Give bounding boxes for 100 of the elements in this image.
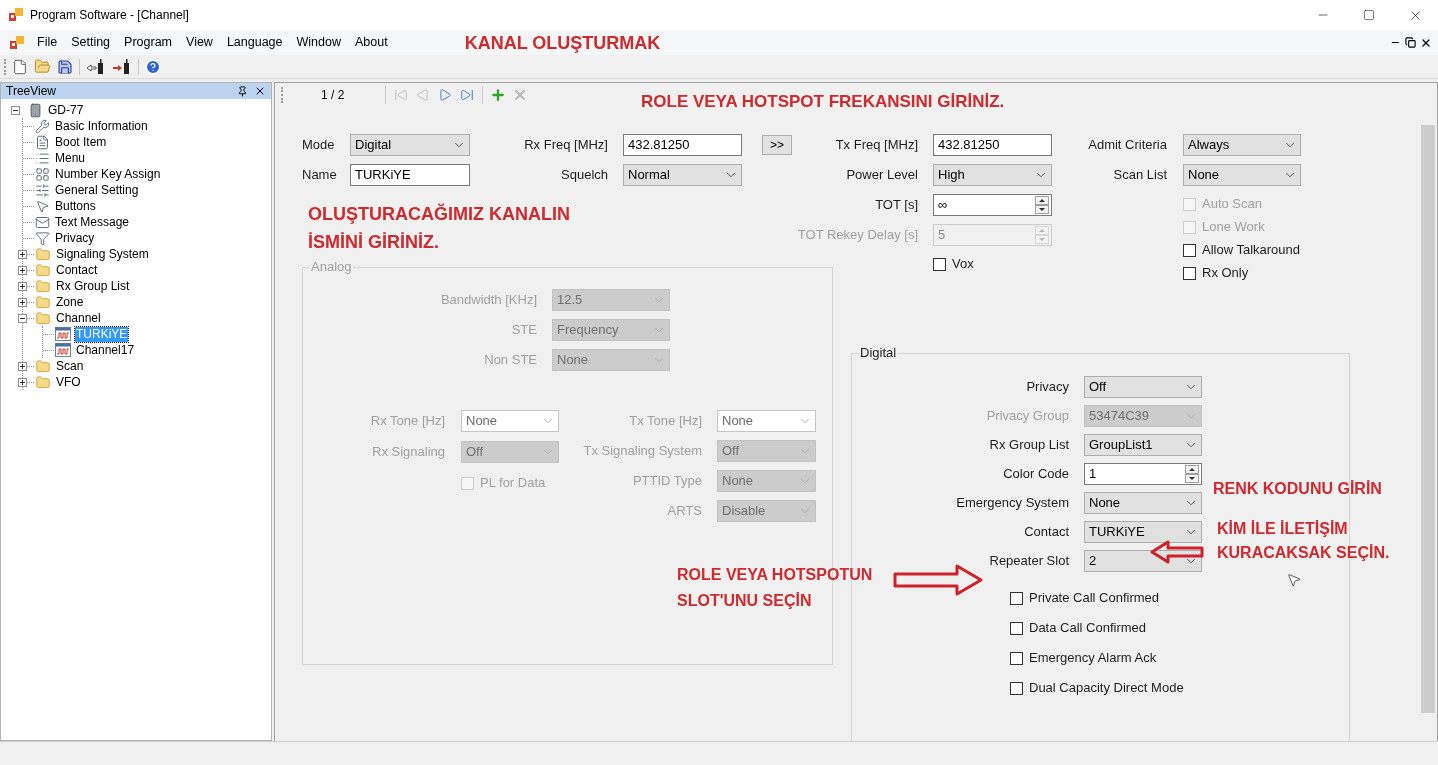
group-title: Analog	[310, 259, 353, 275]
tree-item[interactable]: Signaling System	[55, 246, 150, 262]
menu-bar-title[interactable]: File	[30, 31, 65, 54]
tree-item[interactable]: Scan	[55, 358, 85, 374]
delete-icon	[512, 87, 528, 103]
record-position: 1 / 2	[321, 87, 346, 104]
sliders-icon	[35, 182, 50, 198]
field-label: Repeater Slot	[989, 552, 1069, 571]
field-label: Rx Freq [MHz]	[524, 136, 608, 155]
input-field[interactable]: 432.81250	[623, 134, 742, 156]
field-label: Tx Tone [Hz]	[629, 412, 702, 431]
menu-bar-title[interactable]: Program	[117, 31, 179, 54]
annotation-text: KANAL OLUŞTURMAK	[464, 31, 661, 54]
dropdown[interactable]: None	[1084, 492, 1202, 514]
open-folder-icon[interactable]	[34, 58, 51, 75]
dropdown[interactable]: None	[1183, 164, 1301, 186]
tree-item[interactable]: Text Message	[54, 214, 131, 230]
expand-box-icon[interactable]	[18, 250, 27, 259]
app-icon	[9, 8, 23, 22]
write-radio-icon[interactable]	[112, 58, 132, 75]
next-record-icon	[438, 88, 452, 102]
dropdown[interactable]: TURKiYE	[1084, 521, 1202, 543]
field-label: Non STE	[484, 351, 537, 370]
tree-item[interactable]: Contact	[55, 262, 99, 278]
menu-bar-title[interactable]: View	[179, 31, 220, 54]
field-label: Power Level	[846, 166, 918, 185]
window-title: Program Software - [Channel]	[30, 7, 189, 24]
field-label: Tx Freq [MHz]	[835, 136, 918, 155]
tree-item[interactable]: Menu	[54, 150, 87, 166]
handheld-radio-icon	[28, 102, 43, 118]
checkbox-label: Lone Work	[1202, 218, 1265, 237]
dropdown[interactable]: GroupList1	[1084, 434, 1202, 456]
checkbox[interactable]	[933, 257, 946, 271]
checkbox[interactable]	[1010, 621, 1023, 635]
tree-item[interactable]: General Setting	[54, 182, 140, 198]
expand-box-icon[interactable]	[18, 266, 27, 275]
grid-icon	[35, 166, 50, 182]
checkbox[interactable]	[1010, 591, 1023, 605]
field-label: Rx Group List	[989, 436, 1069, 455]
dropdown[interactable]: Normal	[623, 164, 742, 186]
collapse-box-icon[interactable]	[11, 106, 20, 115]
expand-box-icon[interactable]	[18, 282, 27, 291]
menu-bar-title[interactable]: About	[348, 31, 395, 54]
dropdown[interactable]: Digital	[350, 134, 470, 156]
tree-item[interactable]: Privacy	[54, 230, 96, 246]
menu-bar-title[interactable]: Language	[219, 31, 290, 54]
tree-item[interactable]: Rx Group List	[55, 278, 131, 294]
checkbox-label: Auto Scan	[1202, 195, 1262, 214]
folder-icon	[35, 310, 51, 326]
expand-box-icon[interactable]	[18, 378, 27, 387]
tree-item[interactable]: Number Key Assign	[54, 166, 162, 182]
read-radio-icon[interactable]	[86, 58, 106, 75]
filter-icon	[35, 230, 50, 246]
menu-bar-title[interactable]: Window	[289, 31, 348, 54]
checkbox[interactable]	[1183, 266, 1196, 280]
expand-box-icon[interactable]	[18, 362, 27, 371]
spin-field[interactable]: ∞	[933, 194, 1052, 216]
tree-item[interactable]: VFO	[55, 374, 82, 390]
checkbox-label: Private Call Confirmed	[1029, 589, 1160, 608]
close-icon[interactable]	[254, 85, 266, 97]
spinner-arrows-icon[interactable]	[1035, 196, 1049, 214]
input-field[interactable]: TURKiYE	[350, 164, 470, 186]
first-record-icon	[394, 88, 408, 102]
transfer-button[interactable]: >>	[762, 135, 792, 155]
checkbox[interactable]	[1010, 651, 1023, 665]
tree-item[interactable]: Channel	[55, 310, 102, 326]
tree-item[interactable]: Basic Information	[54, 118, 149, 134]
checkbox-label: PL for Data	[480, 474, 546, 493]
new-file-icon[interactable]	[12, 58, 28, 75]
field-label: Name	[302, 166, 337, 185]
collapse-box-icon[interactable]	[18, 314, 27, 323]
tree-item[interactable]: Buttons	[54, 198, 97, 214]
spinner-arrows-icon[interactable]	[1185, 465, 1199, 483]
folder-icon	[35, 358, 51, 374]
field-label: Scan List	[1113, 166, 1167, 185]
dropdown[interactable]: Always	[1183, 134, 1301, 156]
expand-box-icon[interactable]	[18, 298, 27, 307]
annotation-text: RENK KODUNU GİRİN	[1213, 479, 1382, 499]
folder-icon	[35, 262, 51, 278]
tree-item[interactable]: Zone	[55, 294, 85, 310]
menu-bar-title[interactable]: Setting	[64, 31, 118, 54]
save-icon[interactable]	[57, 58, 73, 75]
child-restore-icon[interactable]	[1405, 37, 1416, 48]
dropdown[interactable]: High	[933, 164, 1052, 186]
field-label: Bandwidth [KHz]	[440, 291, 537, 310]
checkbox-label: Rx Only	[1202, 264, 1249, 283]
folder-icon	[35, 294, 51, 310]
tree-item[interactable]: Boot Item	[54, 134, 108, 150]
dropdown[interactable]: 2	[1084, 550, 1202, 572]
help-icon[interactable]	[145, 58, 161, 75]
checkbox-label: Dual Capacity Direct Mode	[1029, 679, 1184, 698]
checkbox[interactable]	[1183, 243, 1196, 257]
tree-item[interactable]: Channel17	[75, 342, 136, 358]
previous-record-icon	[416, 88, 430, 102]
checkbox[interactable]	[1010, 681, 1023, 695]
spin-field[interactable]: 1	[1084, 463, 1202, 485]
tree-item[interactable]: GD-77	[47, 102, 85, 118]
dropdown[interactable]: Off	[1084, 376, 1202, 398]
pin-icon[interactable]	[237, 85, 248, 97]
input-field[interactable]: 432.81250	[933, 134, 1052, 156]
